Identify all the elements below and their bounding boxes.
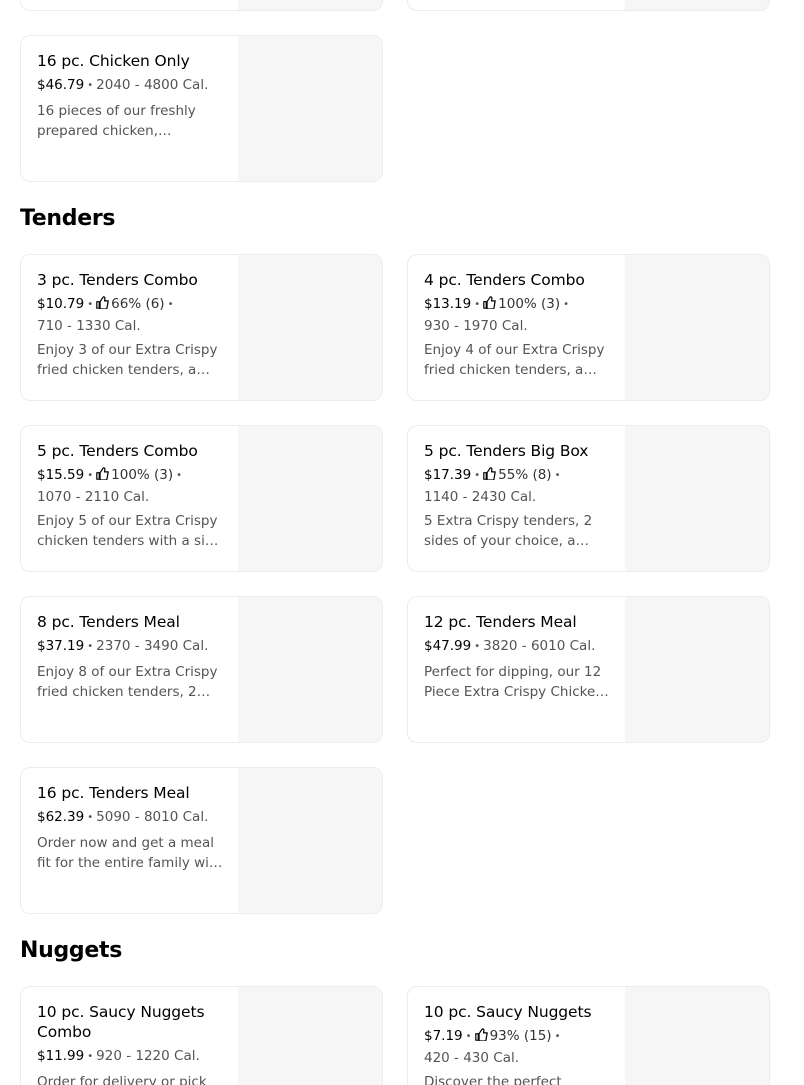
item-meta: $17.39 • 55% (8) • <box>424 467 561 483</box>
item-price: $47.99 <box>424 638 472 654</box>
item-description: Perfect for dipping, our 12 Piece Extra … <box>424 664 604 700</box>
item-name: 3 pc. Tenders Combo <box>37 271 198 289</box>
item-name: 4 pc. Tenders Combo <box>424 271 585 289</box>
item-price: $17.39 <box>424 467 472 483</box>
menu-item-card[interactable]: 12 pc. Tenders Meal $47.99 • 3820 - 6010 C… <box>407 596 770 743</box>
menu-item-card-partial[interactable] <box>20 0 383 11</box>
section-title-nuggets: Nuggets <box>20 938 123 963</box>
item-price: $37.19 <box>37 638 85 654</box>
menu-item-card-partial[interactable] <box>407 0 770 11</box>
item-price: $15.59 <box>37 467 85 483</box>
item-image <box>238 768 382 913</box>
item-calories: 1070 - 2110 Cal. <box>37 489 150 505</box>
item-description: Discover the perfect <box>424 1074 562 1085</box>
item-name: 10 pc. Saucy Nuggets <box>424 1003 592 1021</box>
item-image <box>238 426 382 571</box>
thumbs-up-icon <box>483 296 496 309</box>
item-image <box>625 987 769 1085</box>
item-price: $46.79 <box>37 77 85 93</box>
item-calories: 930 - 1970 Cal. <box>424 318 528 334</box>
item-meta: $46.79 • 2040 - 4800 Cal. <box>37 77 209 93</box>
item-calories: 710 - 1330 Cal. <box>37 318 141 334</box>
item-meta: $47.99 • 3820 - 6010 Cal. <box>424 638 596 654</box>
item-name: 8 pc. Tenders Meal <box>37 613 180 631</box>
item-description: Order now and get a meal fit for the ent… <box>37 835 223 871</box>
item-calories: 920 - 1220 Cal. <box>96 1048 200 1064</box>
item-meta: $62.39 • 5090 - 8010 Cal. <box>37 809 209 825</box>
item-meta: $11.99 • 920 - 1220 Cal. <box>37 1048 200 1064</box>
item-description: 16 pieces of our freshly prepared chicke… <box>37 103 196 139</box>
item-price: $13.19 <box>424 296 472 312</box>
item-calories: 2370 - 3490 Cal. <box>96 638 209 654</box>
item-rating: 100% (3) <box>111 467 174 483</box>
item-calories: 1140 - 2430 Cal. <box>424 489 537 505</box>
item-image <box>238 36 382 181</box>
item-meta: $37.19 • 2370 - 3490 Cal. <box>37 638 209 654</box>
item-calories: 3820 - 6010 Cal. <box>483 638 596 654</box>
menu-item-card[interactable]: 16 pc. Chicken Only $46.79 • 2040 - 4800 C… <box>20 35 383 182</box>
item-description: Enjoy 3 of our Extra Crispy fried chicke… <box>37 342 218 378</box>
menu-item-card[interactable]: 3 pc. Tenders Combo $10.79 • 66% (6) • 710 … <box>20 254 383 401</box>
item-description: Enjoy 4 of our Extra Crispy fried chicke… <box>424 342 605 378</box>
item-image <box>238 255 382 400</box>
item-calories: 2040 - 4800 Cal. <box>96 77 209 93</box>
item-meta: $15.59 • 100% (3) • <box>37 467 183 483</box>
item-name: 5 pc. Tenders Big Box <box>424 442 589 460</box>
item-description: 5 Extra Crispy tenders, 2 sides of your … <box>424 513 593 549</box>
item-description: Order for delivery or pick up today. <box>37 1074 207 1085</box>
menu-item-card[interactable]: 4 pc. Tenders Combo $13.19 • 100% (3) • 930… <box>407 254 770 401</box>
item-image <box>625 0 769 10</box>
item-price: $10.79 <box>37 296 85 312</box>
item-rating: 93% (15) <box>489 1028 552 1044</box>
menu-item-card[interactable]: 16 pc. Tenders Meal $62.39 • 5090 - 8010 C… <box>20 767 383 914</box>
item-meta: $10.79 • 66% (6) • <box>37 296 174 312</box>
item-rating: 55% (8) <box>498 467 552 483</box>
item-name: 10 pc. Saucy Nuggets Combo <box>37 1003 205 1041</box>
item-description: Enjoy 8 of our Extra Crispy fried chicke… <box>37 664 218 700</box>
item-meta: $13.19 • 100% (3) • <box>424 296 570 312</box>
thumbs-up-icon <box>483 467 496 480</box>
thumbs-up-icon <box>474 1028 488 1041</box>
item-image <box>238 597 382 742</box>
menu-item-card[interactable]: 5 pc. Tenders Combo $15.59 • 100% (3) • 107… <box>20 425 383 572</box>
item-name: 16 pc. Tenders Meal <box>37 784 190 802</box>
menu-item-card[interactable]: 5 pc. Tenders Big Box $17.39 • 55% (8) • 11… <box>407 425 770 572</box>
thumbs-up-icon <box>96 296 109 309</box>
item-image <box>238 987 382 1085</box>
item-image <box>625 597 769 742</box>
item-name: 16 pc. Chicken Only <box>37 52 190 70</box>
item-name: 12 pc. Tenders Meal <box>424 613 577 631</box>
item-calories: 420 - 430 Cal. <box>424 1050 520 1066</box>
section-title-tenders: Tenders <box>20 206 116 231</box>
item-price: $62.39 <box>37 809 85 825</box>
menu-item-card[interactable]: 10 pc. Saucy Nuggets Combo $11.99 • 920 - … <box>20 986 383 1085</box>
item-description: Enjoy 5 of our Extra Crispy chicken tend… <box>37 513 222 549</box>
item-image <box>625 426 769 571</box>
thumbs-up-icon <box>96 467 109 480</box>
item-image <box>625 255 769 400</box>
item-rating: 100% (3) <box>498 296 561 312</box>
menu-item-card[interactable]: 10 pc. Saucy Nuggets $7.19 • 93% (15) • 420… <box>407 986 770 1085</box>
item-calories: 5090 - 8010 Cal. <box>96 809 209 825</box>
item-rating: 66% (6) <box>111 296 165 312</box>
menu-item-card[interactable]: 8 pc. Tenders Meal $37.19 • 2370 - 3490 Ca… <box>20 596 383 743</box>
item-price: $7.19 <box>424 1028 463 1044</box>
item-price: $11.99 <box>37 1048 85 1064</box>
item-image <box>238 0 382 10</box>
item-name: 5 pc. Tenders Combo <box>37 442 198 460</box>
item-meta: $7.19 • 93% (15) • <box>424 1028 561 1044</box>
